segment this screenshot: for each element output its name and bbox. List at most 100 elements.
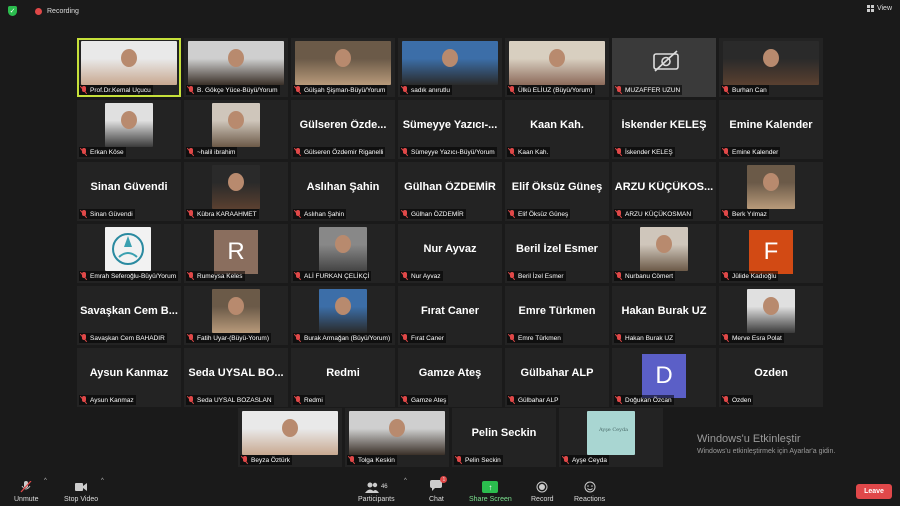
participant-tile[interactable]: D Doğukan Özcan <box>612 348 716 407</box>
participant-tile[interactable]: Emine Kalender Emine Kalender <box>719 100 823 159</box>
participant-tile[interactable]: Aslıhan Şahin Aslıhan Şahin <box>291 162 395 221</box>
participant-tile[interactable]: Ülkü ELİUZ (Büyü/Yorum) <box>505 38 609 97</box>
participant-name-label: Ozden <box>721 395 754 405</box>
participant-tile[interactable]: Beyza Öztürk <box>238 408 342 467</box>
participant-name: Gamze Ateş <box>411 396 447 404</box>
participant-name: Berk Yılmaz <box>732 210 767 218</box>
participant-tile[interactable]: Ayşe Ceyda Ayşe Ceyda <box>559 408 663 467</box>
participant-tile[interactable]: F Jülide Kadıoğlu <box>719 224 823 283</box>
mic-muted-icon <box>81 272 87 280</box>
participant-tile[interactable]: ~halil ibrahim <box>184 100 288 159</box>
participant-tile[interactable]: Erkan Köse <box>77 100 181 159</box>
participants-button[interactable]: 46 Participants <box>358 481 395 503</box>
participant-name-label: Elif Öksüz Güneş <box>507 209 571 219</box>
reactions-button[interactable]: Reactions <box>574 481 605 503</box>
stop-video-label: Stop Video <box>64 496 99 503</box>
participant-tile[interactable]: Seda UYSAL BO... Seda UYSAL BOZASLAN <box>184 348 288 407</box>
participant-tile[interactable]: ALİ FURKAN ÇELİKÇİ <box>291 224 395 283</box>
mic-muted-icon <box>723 86 729 94</box>
participant-tile[interactable]: Gülşah Şişman-Büyü/Yorum <box>291 38 395 97</box>
mic-muted-icon <box>723 334 729 342</box>
participant-tile[interactable]: Aysun Kanmaz Aysun Kanmaz <box>77 348 181 407</box>
participant-video <box>640 227 688 271</box>
chat-label: Chat <box>429 496 444 503</box>
mic-muted-icon <box>188 334 194 342</box>
participant-tile[interactable]: Burhan Can <box>719 38 823 97</box>
leave-button[interactable]: Leave <box>856 484 892 499</box>
participant-name: Gülbahar ALP <box>518 396 559 404</box>
participant-name: Burhan Can <box>732 86 767 94</box>
participant-name: Fatih Uyar-(Büyü-Yorum) <box>197 334 270 342</box>
view-button[interactable]: View <box>866 5 892 12</box>
participant-name: Fırat Caner <box>411 334 444 342</box>
participant-name: Sümeyye Yazıcı-Büyü/Yorum <box>411 148 495 156</box>
participant-tile[interactable]: Kaan Kah. Kaan Kah. <box>505 100 609 159</box>
participant-name: Elif Öksüz Güneş <box>518 210 569 218</box>
participant-video <box>212 165 260 209</box>
participant-tile[interactable]: Savaşkan Cem B... Savaşkan Cem BAHADIR <box>77 286 181 345</box>
participant-name-label: Fatih Uyar-(Büyü-Yorum) <box>186 333 272 343</box>
stop-video-button[interactable]: Stop Video <box>64 481 98 503</box>
participant-tile[interactable]: Gülseren Özde... Gülseren Özdemir Riganel… <box>291 100 395 159</box>
participant-name-label: Gamze Ateş <box>400 395 449 405</box>
participant-tile[interactable]: Merve Esra Polat <box>719 286 823 345</box>
participant-tile[interactable]: Sümeyye Yazıcı-... Sümeyye Yazıcı-Büyü/Yo… <box>398 100 502 159</box>
participant-tile[interactable]: Nur Ayvaz Nur Ayvaz <box>398 224 502 283</box>
participant-tile[interactable]: Fatih Uyar-(Büyü-Yorum) <box>184 286 288 345</box>
participant-tile[interactable]: Berk Yılmaz <box>719 162 823 221</box>
video-options-caret-icon[interactable]: ^ <box>101 478 104 484</box>
mic-muted-icon <box>20 481 32 493</box>
participant-tile[interactable]: Emrah Seferoğlu-Büyü/Yorum <box>77 224 181 283</box>
participant-name-label: sadık anırutlu <box>400 85 453 95</box>
participant-tile[interactable]: İskender KELEŞ İskender KELEŞ <box>612 100 716 159</box>
mic-muted-icon <box>295 272 301 280</box>
participant-tile[interactable]: Burak Armağan (Büyü/Yorum) <box>291 286 395 345</box>
participant-display-name: Savaşkan Cem B... <box>80 305 178 317</box>
participant-tile[interactable]: Nurbanu Cömert <box>612 224 716 283</box>
participant-tile[interactable]: Gülhan ÖZDEMİR Gülhan ÖZDEMİR <box>398 162 502 221</box>
reactions-emoji-icon <box>584 481 596 493</box>
participant-name: Aysun Kanmaz <box>90 396 134 404</box>
participant-tile[interactable]: Pelin Seckin Pelin Seckin <box>452 408 556 467</box>
mic-muted-icon <box>295 86 301 94</box>
participant-tile[interactable]: Sinan Güvendi Sinan Güvendi <box>77 162 181 221</box>
participants-count: 46 <box>380 484 388 490</box>
participant-tile[interactable]: B. Gökçe Yüce-Büyü/Yorum <box>184 38 288 97</box>
participant-tile[interactable]: Hakan Burak UZ Hakan Burak UZ <box>612 286 716 345</box>
participant-tile[interactable]: Redmi Redmi <box>291 348 395 407</box>
person-silhouette <box>228 173 244 191</box>
participant-tile[interactable]: Ozden Ozden <box>719 348 823 407</box>
participant-tile[interactable]: Fırat Caner Fırat Caner <box>398 286 502 345</box>
participant-tile[interactable]: Tolga Keskin <box>345 408 449 467</box>
security-shield-icon[interactable]: ✓ <box>8 6 17 16</box>
mic-muted-icon <box>188 210 194 218</box>
participants-label: Participants <box>358 496 395 503</box>
participant-name-label: Rumeysa Keles <box>186 271 245 281</box>
person-silhouette <box>442 49 458 67</box>
participant-name: Ülkü ELİUZ (Büyü/Yorum) <box>518 86 593 94</box>
participant-tile[interactable]: R Rumeysa Keles <box>184 224 288 283</box>
participant-display-name: Kaan Kah. <box>530 119 584 131</box>
participant-tile[interactable]: Gülbahar ALP Gülbahar ALP <box>505 348 609 407</box>
participant-tile[interactable]: Emre Türkmen Emre Türkmen <box>505 286 609 345</box>
participant-name-label: Erkan Köse <box>79 147 126 157</box>
share-screen-button[interactable]: ↑ Share Screen <box>469 481 512 503</box>
record-button[interactable]: Record <box>531 481 554 503</box>
participant-tile[interactable]: Gamze Ateş Gamze Ateş <box>398 348 502 407</box>
participants-caret-icon[interactable]: ^ <box>404 478 407 484</box>
participant-tile[interactable]: ARZU KÜÇÜKOS... ARZU KÜÇÜKOSMAN <box>612 162 716 221</box>
person-silhouette <box>335 297 351 315</box>
participant-tile[interactable]: MUZAFFER UZUN <box>612 38 716 97</box>
mic-muted-icon <box>509 272 515 280</box>
mic-muted-icon <box>616 334 622 342</box>
chat-button[interactable]: 1 Chat <box>429 476 448 503</box>
participant-tile[interactable]: Prof.Dr.Kemal Uçucu <box>77 38 181 97</box>
audio-options-caret-icon[interactable]: ^ <box>44 478 47 484</box>
participant-name: Hakan Burak UZ <box>625 334 674 342</box>
participant-name-label: MUZAFFER UZUN <box>614 85 683 95</box>
participant-tile[interactable]: sadık anırutlu <box>398 38 502 97</box>
participant-tile[interactable]: Kübra KARAAHMET <box>184 162 288 221</box>
participant-tile[interactable]: Elif Öksüz Güneş Elif Öksüz Güneş <box>505 162 609 221</box>
unmute-button[interactable]: Unmute <box>14 481 39 503</box>
participant-tile[interactable]: Beril İzel Esmer Beril İzel Esmer <box>505 224 609 283</box>
